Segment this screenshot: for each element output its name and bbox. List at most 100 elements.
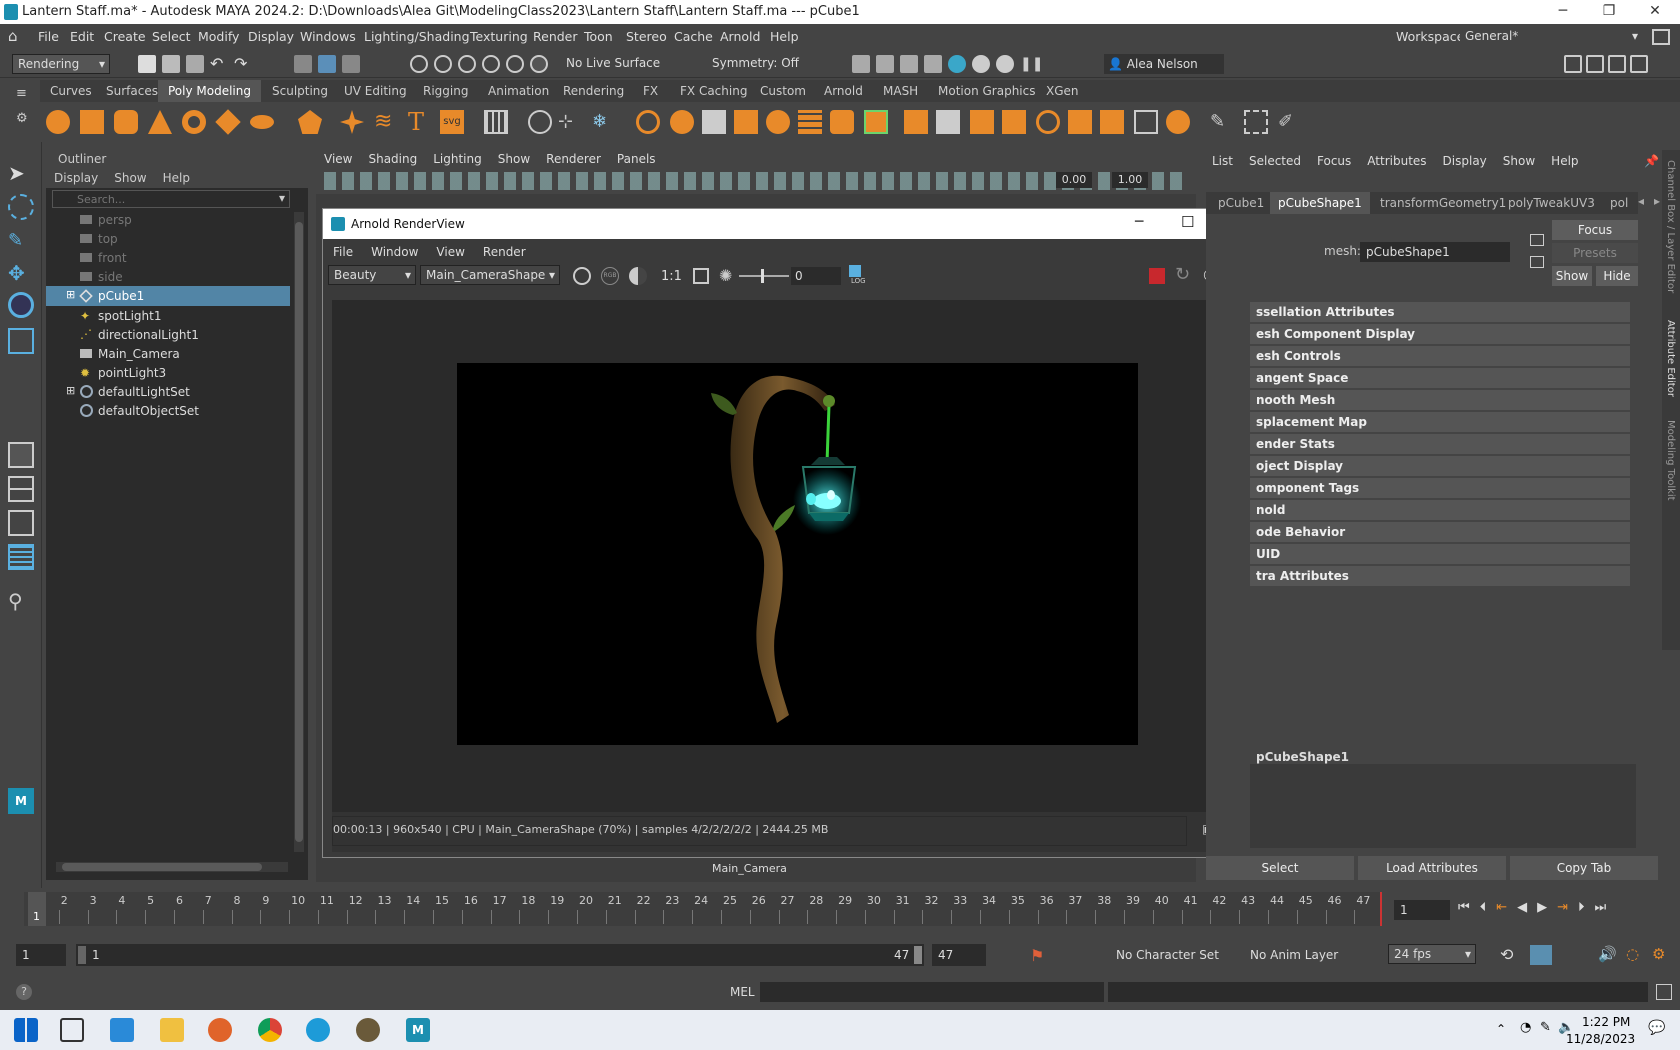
- tool-settings-toggle-icon[interactable]: [1608, 55, 1626, 73]
- clock-time[interactable]: 1:22 PM: [1582, 1015, 1630, 1029]
- file-explorer-icon[interactable]: [160, 1018, 184, 1042]
- outliner-item-spotlight1[interactable]: ✦ spotLight1: [46, 306, 290, 326]
- section-tangent-space[interactable]: angent Space: [1250, 368, 1630, 388]
- shelf-tab-rendering[interactable]: Rendering: [563, 84, 624, 98]
- target-weld-icon[interactable]: [1100, 110, 1124, 134]
- user-account[interactable]: 👤 Alea Nelson: [1104, 54, 1224, 74]
- select-tool-icon[interactable]: ➤: [8, 160, 34, 186]
- section-component-tags[interactable]: omponent Tags: [1250, 478, 1630, 498]
- chevron-down-icon[interactable]: ▾: [279, 191, 285, 205]
- extrude-icon[interactable]: [904, 110, 928, 134]
- render-settings-icon[interactable]: [924, 55, 942, 73]
- snap-grid-icon[interactable]: [410, 55, 428, 73]
- light-editor-icon[interactable]: [996, 55, 1014, 73]
- paint-select-icon[interactable]: ✐: [1278, 110, 1302, 134]
- play-forward-icon[interactable]: ▶: [1537, 900, 1547, 915]
- menu-edit[interactable]: Edit: [70, 29, 94, 44]
- poly-cone-icon[interactable]: [148, 110, 172, 134]
- shelf-tab-uv-editing[interactable]: UV Editing: [344, 84, 407, 98]
- viewport-menu-shading[interactable]: Shading: [368, 152, 417, 166]
- pin-icon[interactable]: 📌: [1644, 154, 1659, 168]
- help-icon[interactable]: ?: [16, 984, 32, 1000]
- combine-icon[interactable]: [636, 110, 660, 134]
- pause-viewport-icon[interactable]: ❚❚: [1020, 55, 1043, 73]
- shelf-menu-icon[interactable]: ≡: [16, 86, 32, 101]
- outliner-item-pcube1[interactable]: ⊞ pCube1: [46, 286, 290, 306]
- minimize-icon[interactable]: ─: [1135, 214, 1143, 230]
- task-view-icon[interactable]: [60, 1018, 84, 1042]
- shelf-tab-fx-caching[interactable]: FX Caching: [680, 84, 747, 98]
- outliner-layout-icon[interactable]: [8, 544, 34, 570]
- go-to-start-icon[interactable]: ⏮: [1458, 900, 1470, 915]
- side-tab-channel-box[interactable]: Channel Box / Layer Editor: [1665, 160, 1676, 293]
- rv-menu-window[interactable]: Window: [371, 245, 418, 259]
- poly-cylinder-icon[interactable]: [114, 110, 138, 134]
- load-attributes-button[interactable]: Load Attributes: [1358, 856, 1506, 880]
- chrome-icon[interactable]: [258, 1018, 282, 1042]
- snap-point-icon[interactable]: [458, 55, 476, 73]
- shelf-tab-poly-modeling[interactable]: Poly Modeling: [158, 80, 261, 102]
- shelf-tab-surfaces[interactable]: Surfaces: [106, 84, 158, 98]
- shelf-tab-motion-graphics[interactable]: Motion Graphics: [938, 84, 1036, 98]
- close-icon[interactable]: ✕: [1632, 0, 1678, 24]
- shelf-tab-xgen[interactable]: XGen: [1046, 84, 1079, 98]
- menu-windows[interactable]: Windows: [300, 29, 356, 44]
- shelf-tab-animation[interactable]: Animation: [488, 84, 549, 98]
- notes-field[interactable]: [1250, 764, 1636, 848]
- outliner-item-pointlight3[interactable]: ✹ pointLight3: [46, 363, 290, 383]
- rv-menu-render[interactable]: Render: [483, 245, 526, 259]
- bounding-box-icon[interactable]: [1244, 110, 1268, 134]
- side-tab-attribute-editor[interactable]: Attribute Editor: [1665, 320, 1676, 397]
- snap-view-icon[interactable]: [482, 55, 500, 73]
- maximize-icon[interactable]: ☐: [1181, 213, 1194, 231]
- poly-cube-icon[interactable]: [80, 110, 104, 134]
- render-sequence-icon[interactable]: [876, 55, 894, 73]
- poly-disc-icon[interactable]: [250, 115, 274, 129]
- presets-button[interactable]: Presets: [1552, 243, 1638, 263]
- delete-history-icon[interactable]: ⊹: [558, 110, 582, 134]
- tab-scroll-left-icon[interactable]: ◂: [1638, 194, 1644, 208]
- select-hierarchy-icon[interactable]: [294, 55, 312, 73]
- auto-key-icon[interactable]: ⚑: [1030, 946, 1044, 965]
- ab-compare-icon[interactable]: [629, 267, 647, 285]
- fit-frame-icon[interactable]: [693, 268, 709, 284]
- multi-cut-icon[interactable]: [1134, 110, 1158, 134]
- circularize-icon[interactable]: [1036, 110, 1060, 134]
- attr-menu-attributes[interactable]: Attributes: [1367, 154, 1426, 168]
- layout-icon[interactable]: [1652, 29, 1670, 45]
- redo-icon[interactable]: ↷: [234, 55, 252, 73]
- outliner-item-defaultobjectset[interactable]: defaultObjectSet: [46, 401, 290, 421]
- section-extra-attributes[interactable]: tra Attributes: [1250, 566, 1630, 586]
- section-render-stats[interactable]: ender Stats: [1250, 434, 1630, 454]
- attr-menu-list[interactable]: List: [1212, 154, 1233, 168]
- layout-two-icon[interactable]: [8, 510, 34, 536]
- attr-tab-pol[interactable]: pol: [1610, 196, 1628, 210]
- timeline-track[interactable]: 1234567891011121314151617181920212223242…: [24, 892, 1382, 926]
- attr-menu-display[interactable]: Display: [1443, 154, 1487, 168]
- pen-icon[interactable]: ✎: [1540, 1020, 1551, 1035]
- outliner-item-front[interactable]: front: [46, 248, 290, 268]
- channel-toggle-icon[interactable]: [573, 267, 591, 285]
- section-tessellation[interactable]: ssellation Attributes: [1250, 302, 1630, 322]
- gamma-field[interactable]: 1.00: [1112, 172, 1148, 188]
- stop-render-button[interactable]: [1149, 268, 1165, 284]
- menu-display[interactable]: Display: [248, 29, 294, 44]
- fps-dropdown[interactable]: 24 fps ▾: [1388, 944, 1476, 964]
- anim-layer-label[interactable]: No Anim Layer: [1250, 948, 1338, 962]
- shelf-tab-mash[interactable]: MASH: [883, 84, 918, 98]
- time-slider[interactable]: 1234567891011121314151617181920212223242…: [0, 888, 1680, 928]
- menu-create[interactable]: Create: [104, 29, 146, 44]
- render-setup-icon[interactable]: [972, 55, 990, 73]
- sculpt-brush-icon[interactable]: ✎: [1210, 110, 1234, 134]
- outliner-item-directionallight1[interactable]: ⋰ directionalLight1: [46, 325, 290, 345]
- network-icon[interactable]: ◔: [1520, 1020, 1531, 1035]
- step-forward-icon[interactable]: ⏵: [1578, 900, 1585, 915]
- side-tab-modeling-toolkit[interactable]: Modeling Toolkit: [1665, 420, 1676, 501]
- workspace-dropdown[interactable]: General* ▾: [1460, 27, 1642, 47]
- hide-button[interactable]: Hide: [1596, 266, 1638, 286]
- remesh-icon[interactable]: [830, 110, 854, 134]
- rgb-toggle-icon[interactable]: RGB: [601, 267, 619, 285]
- menuset-dropdown[interactable]: Rendering ▾: [12, 54, 110, 74]
- section-uuid[interactable]: UID: [1250, 544, 1630, 564]
- outliner-menu-help[interactable]: Help: [163, 171, 190, 185]
